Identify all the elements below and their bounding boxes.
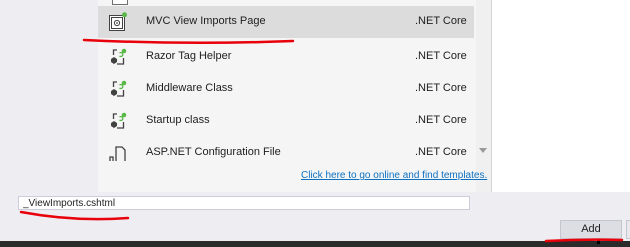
online-templates-link[interactable]: Click here to go online and find templat…: [301, 170, 487, 181]
template-language: .NET Core: [415, 114, 467, 126]
template-item-razor-tag-helper[interactable]: Razor Tag Helper .NET Core: [98, 41, 474, 73]
csharp-class-icon: [108, 111, 128, 131]
template-language: .NET Core: [415, 146, 467, 158]
config-file-icon: [108, 143, 128, 163]
taskbar-strip: [0, 241, 630, 247]
template-language: .NET Core: [415, 82, 467, 94]
template-name: Startup class: [146, 114, 210, 126]
add-button[interactable]: Add: [560, 220, 622, 239]
template-item-mvc-view-imports[interactable]: MVC View Imports Page .NET Core: [98, 6, 474, 38]
template-item-middleware-class[interactable]: Middleware Class .NET Core: [98, 73, 474, 105]
left-gutter: [0, 0, 98, 192]
template-language: .NET Core: [415, 50, 467, 62]
cancel-button[interactable]: [626, 220, 630, 239]
template-list[interactable]: MVC View Imports Page .NET Core Razor Ta…: [98, 0, 492, 192]
scroll-down-arrow-icon[interactable]: [479, 148, 487, 153]
partial-item-icon: [112, 0, 128, 5]
template-name: ASP.NET Configuration File: [146, 146, 281, 158]
details-pane: [492, 0, 630, 192]
csharp-class-icon: [108, 79, 128, 99]
csharp-class-icon: [108, 47, 128, 67]
template-language: .NET Core: [415, 15, 467, 27]
template-name: Razor Tag Helper: [146, 50, 232, 62]
template-name: MVC View Imports Page: [146, 15, 266, 27]
file-name-input[interactable]: [18, 196, 470, 210]
list-scrollbar[interactable]: [476, 0, 491, 192]
template-item-startup-class[interactable]: Startup class .NET Core: [98, 105, 474, 137]
template-name: Middleware Class: [146, 82, 233, 94]
template-item-aspnet-config-file[interactable]: ASP.NET Configuration File .NET Core: [98, 137, 474, 169]
mouse-cursor: [597, 240, 600, 244]
mvc-page-icon: [108, 12, 128, 32]
